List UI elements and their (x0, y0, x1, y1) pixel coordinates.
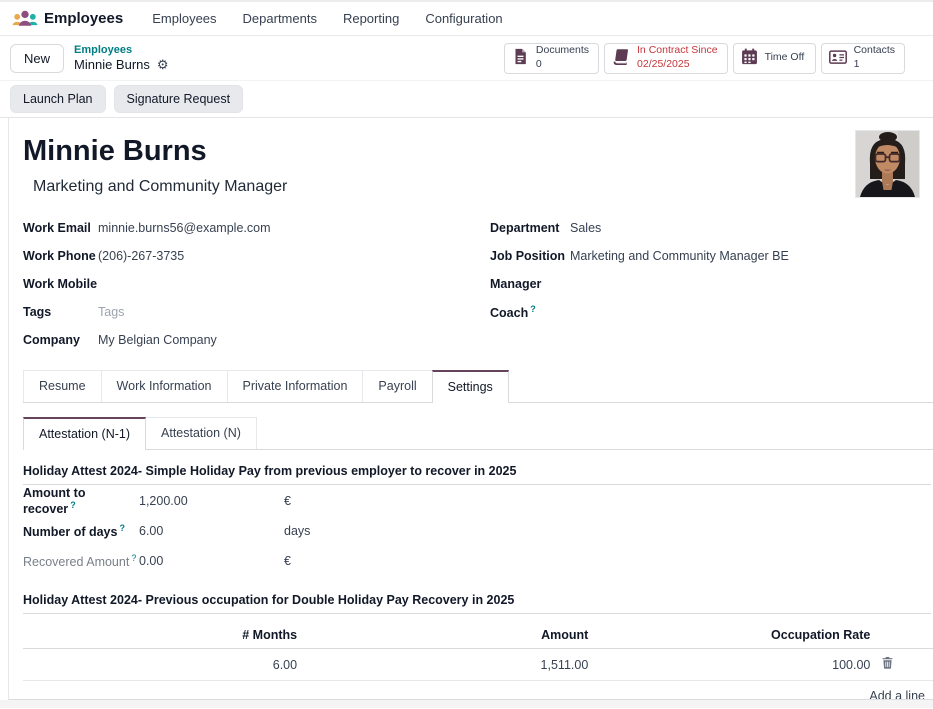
amount-cell[interactable]: 1,511.00 (305, 649, 596, 681)
main-navbar: Employees Employees Departments Reportin… (0, 2, 933, 36)
contacts-smart-button[interactable]: Contacts 1 (821, 43, 905, 74)
field-group-left: Work Emailminnie.burns56@example.com Wor… (23, 214, 478, 354)
recovered-amount-field: 0.00 (139, 554, 284, 568)
gear-icon[interactable]: ⚙ (157, 58, 169, 71)
launch-plan-button[interactable]: Launch Plan (10, 85, 106, 113)
delete-row-button[interactable] (878, 649, 933, 681)
work-email-label: Work Email (23, 221, 98, 235)
subtab-attestation-n1[interactable]: Attestation (N-1) (23, 417, 146, 450)
add-a-line-link[interactable]: Add a line (23, 681, 933, 701)
add-line-row: Add a line (23, 681, 933, 701)
company-label: Company (23, 333, 98, 347)
new-button[interactable]: New (10, 44, 64, 73)
tags-field[interactable]: Tags (98, 305, 124, 319)
smart-button-value: 0 (536, 58, 589, 72)
smart-button-value: 1 (854, 58, 895, 72)
occupation-rate-cell[interactable]: 100.00 (596, 649, 878, 681)
coach-label: Coach? (490, 304, 570, 320)
smart-button-label: Time Off (765, 51, 805, 65)
days-unit: days (284, 524, 310, 538)
tab-resume[interactable]: Resume (23, 370, 102, 402)
manager-label: Manager (490, 277, 570, 291)
menu-configuration[interactable]: Configuration (412, 4, 515, 33)
breadcrumb-employees-link[interactable]: Employees (74, 44, 169, 57)
tags-label: Tags (23, 305, 98, 319)
control-panel: New Employees Minnie Burns ⚙ Documents 0 (0, 36, 933, 81)
number-of-days-field[interactable]: 6.00 (139, 524, 284, 538)
time-off-smart-button[interactable]: Time Off (733, 43, 816, 74)
employee-form-sheet: Minnie Burns Marketing and Community Man… (8, 118, 933, 700)
amount-column-header[interactable]: Amount (305, 622, 596, 649)
breadcrumb-current-record: Minnie Burns (74, 57, 150, 73)
employees-app-icon[interactable] (12, 7, 38, 31)
months-column-header[interactable]: # Months (23, 622, 305, 649)
field-groups: Work Emailminnie.burns56@example.com Wor… (23, 214, 933, 354)
employee-job-title[interactable]: Marketing and Community Manager (33, 178, 287, 196)
work-phone-field[interactable]: (206)-267-3735 (98, 249, 184, 263)
book-icon (612, 48, 630, 68)
smart-button-label: Contacts (854, 44, 895, 58)
months-cell[interactable]: 6.00 (23, 649, 305, 681)
job-position-label: Job Position (490, 249, 570, 263)
app-title[interactable]: Employees (44, 10, 123, 27)
currency-unit: € (284, 494, 291, 508)
attestation-sub-tabs: Attestation (N-1) Attestation (N) (23, 417, 933, 450)
menu-reporting[interactable]: Reporting (330, 4, 412, 33)
tab-work-information[interactable]: Work Information (101, 370, 228, 402)
field-group-right: DepartmentSales Job PositionMarketing an… (478, 214, 933, 354)
work-mobile-label: Work Mobile (23, 277, 98, 291)
section-title: Holiday Attest 2024- Simple Holiday Pay … (23, 464, 516, 478)
table-row[interactable]: 6.00 1,511.00 100.00 (23, 649, 933, 681)
smart-button-value: 02/25/2025 (637, 58, 718, 72)
tab-settings[interactable]: Settings (432, 370, 509, 403)
department-label: Department (490, 221, 570, 235)
section-simple-holiday-pay: Holiday Attest 2024- Simple Holiday Pay … (23, 450, 931, 485)
menu-departments[interactable]: Departments (230, 4, 330, 33)
recovered-amount-label: Recovered Amount? (23, 553, 139, 569)
table-header-row: # Months Amount Occupation Rate (23, 622, 933, 649)
job-position-field[interactable]: Marketing and Community Manager BE (570, 249, 789, 263)
section-title: Holiday Attest 2024- Previous occupation… (23, 593, 514, 607)
contract-smart-button[interactable]: In Contract Since 02/25/2025 (604, 43, 728, 74)
coach-help-icon: ? (530, 304, 536, 314)
smart-button-label: Documents (536, 44, 589, 58)
smart-button-label: In Contract Since (637, 44, 718, 58)
smart-button-group: Documents 0 In Contract Since 02/25/2025 (504, 43, 905, 74)
subtab-attestation-n[interactable]: Attestation (N) (145, 417, 257, 449)
actions-column-header (878, 622, 933, 649)
notebook-tabs: Resume Work Information Private Informat… (23, 370, 933, 403)
employee-avatar[interactable] (855, 130, 920, 198)
help-icon: ? (119, 523, 125, 533)
breadcrumb: Employees Minnie Burns ⚙ (74, 44, 169, 73)
employee-header: Minnie Burns Marketing and Community Man… (23, 130, 287, 198)
tab-private-information[interactable]: Private Information (227, 370, 364, 402)
calendar-icon (741, 48, 758, 68)
help-icon: ? (131, 553, 136, 563)
tab-payroll[interactable]: Payroll (362, 370, 432, 402)
occupation-rate-column-header[interactable]: Occupation Rate (596, 622, 878, 649)
address-card-icon (829, 49, 847, 68)
number-of-days-label: Number of days? (23, 523, 139, 539)
company-field[interactable]: My Belgian Company (98, 333, 217, 347)
documents-smart-button[interactable]: Documents 0 (504, 43, 599, 74)
work-email-field[interactable]: minnie.burns56@example.com (98, 221, 271, 235)
menu-employees[interactable]: Employees (139, 4, 229, 33)
work-phone-label: Work Phone (23, 249, 98, 263)
file-icon (512, 48, 529, 68)
chatter-area-edge (0, 700, 933, 708)
amount-to-recover-field[interactable]: 1,200.00 (139, 494, 284, 508)
help-icon: ? (70, 500, 76, 510)
section-double-holiday-pay: Holiday Attest 2024- Previous occupation… (23, 575, 931, 614)
action-button-row: Launch Plan Signature Request (0, 81, 933, 118)
currency-unit: € (284, 554, 291, 568)
occupation-lines-table: # Months Amount Occupation Rate 6.00 1,5… (23, 622, 933, 700)
amount-to-recover-label: Amount to recover? (23, 486, 139, 516)
trash-icon (882, 658, 893, 672)
employee-name[interactable]: Minnie Burns (23, 132, 287, 170)
signature-request-button[interactable]: Signature Request (114, 85, 244, 113)
department-field[interactable]: Sales (570, 221, 601, 235)
